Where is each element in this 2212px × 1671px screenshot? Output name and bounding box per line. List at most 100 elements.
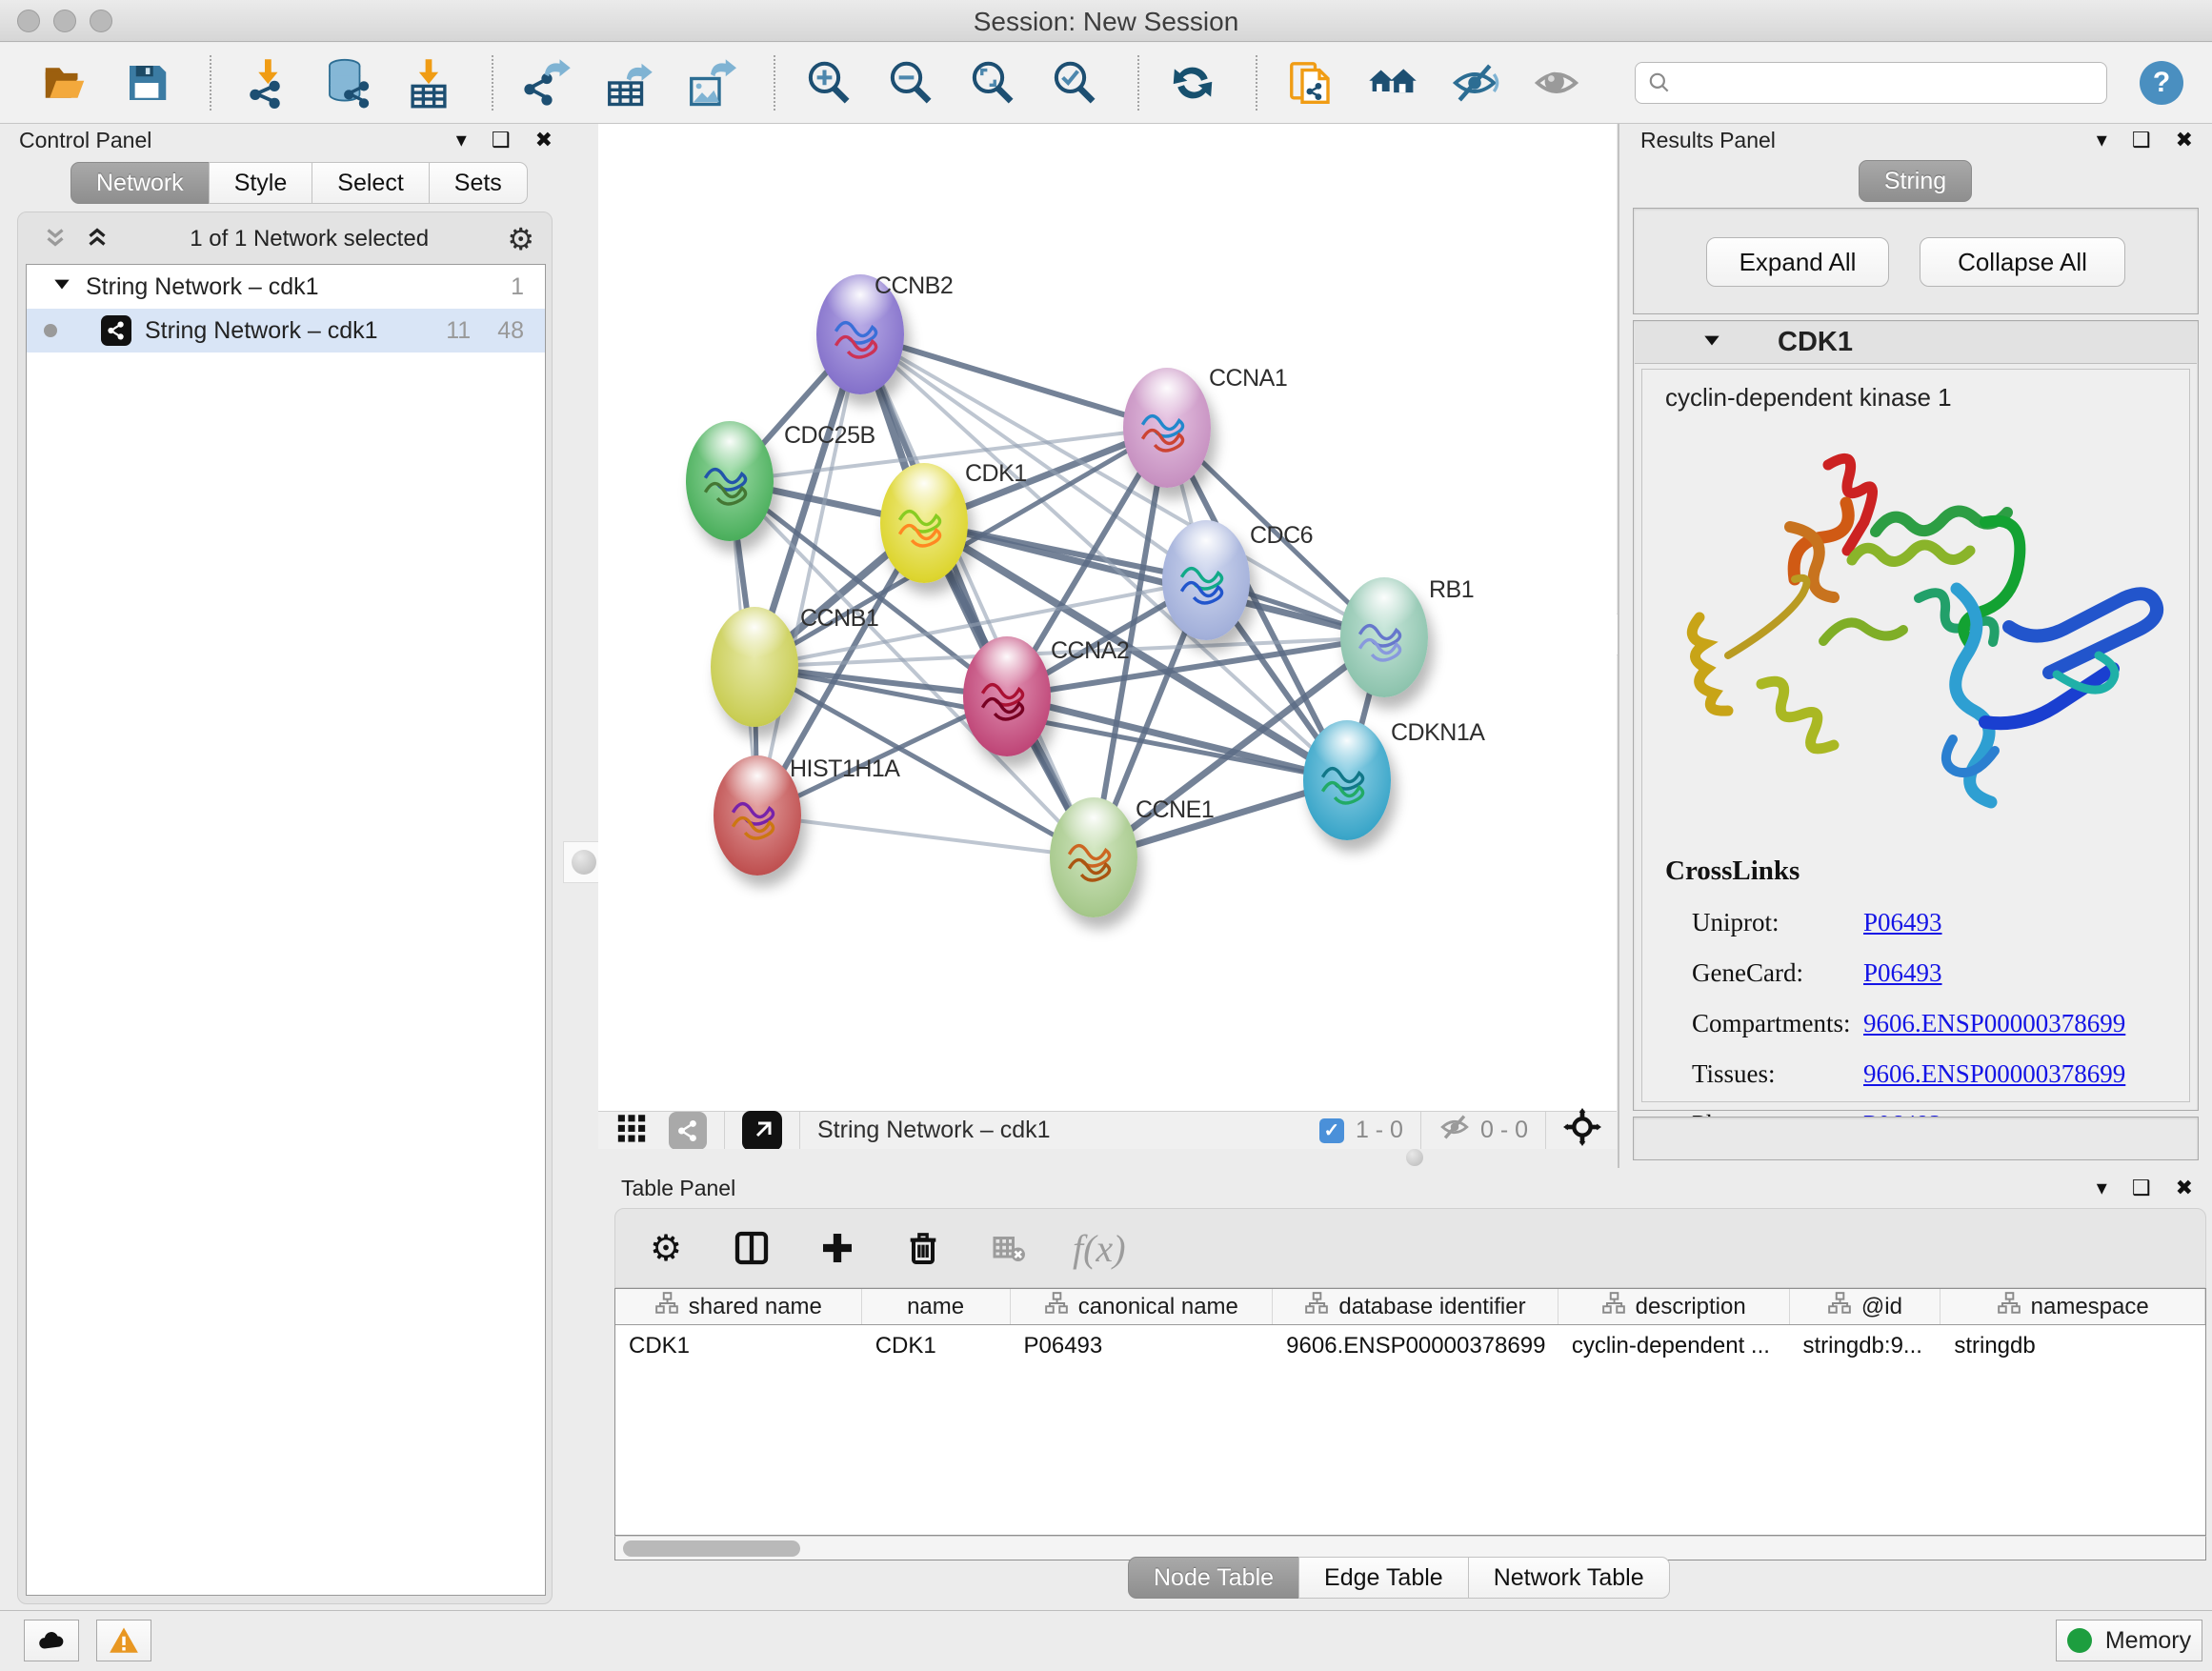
tab-network[interactable]: Network — [70, 162, 210, 204]
edge-CCNE1-HIST1H1A[interactable] — [757, 815, 1094, 857]
panel-float-icon[interactable]: ❑ — [492, 130, 511, 151]
cloud-status-button[interactable] — [24, 1620, 79, 1661]
show-all-icon[interactable] — [1528, 54, 1585, 111]
node-RB1[interactable] — [1340, 577, 1428, 697]
network-label: String Network – cdk1 — [145, 317, 378, 345]
show-columns-icon[interactable] — [730, 1226, 774, 1270]
save-session-icon[interactable] — [118, 54, 175, 111]
table-close-icon[interactable]: ✖ — [2176, 1178, 2193, 1198]
network-collection-row[interactable]: String Network – cdk1 1 — [27, 265, 545, 309]
crosslink-link[interactable]: P06493 — [1863, 908, 1942, 937]
horizontal-splitter[interactable] — [598, 1149, 1617, 1168]
tab-node-table[interactable]: Node Table — [1128, 1557, 1299, 1599]
delete-column-trash-icon[interactable] — [901, 1226, 945, 1270]
table-float-icon[interactable]: ❑ — [2132, 1178, 2151, 1198]
table-cell[interactable]: P06493 — [1011, 1325, 1274, 1367]
edge-CCNB2-HIST1H1A[interactable] — [757, 334, 860, 815]
node-HIST1H1A[interactable] — [714, 755, 801, 876]
column-header-name[interactable]: name — [862, 1289, 1011, 1324]
node-CCNE1[interactable] — [1050, 797, 1137, 917]
home-view-icon[interactable] — [1364, 54, 1421, 111]
tab-network-table[interactable]: Network Table — [1468, 1557, 1670, 1599]
panel-close-icon[interactable]: ✖ — [535, 130, 553, 151]
results-collapse-icon[interactable]: ▾ — [2097, 130, 2107, 151]
tab-select[interactable]: Select — [312, 162, 429, 204]
table-cell[interactable]: CDK1 — [615, 1325, 862, 1367]
crosslinks-section: CrossLinks Uniprot:P06493GeneCard:P06493… — [1665, 856, 2170, 1139]
expand-all-networks-icon[interactable] — [83, 223, 111, 256]
node-CDC6[interactable] — [1162, 520, 1250, 640]
zoom-in-icon[interactable] — [800, 54, 857, 111]
add-column-plus-icon[interactable] — [815, 1226, 859, 1270]
expand-all-button[interactable]: Expand All — [1706, 237, 1889, 287]
refresh-view-icon[interactable] — [1164, 54, 1221, 111]
column-header-canonical-name[interactable]: canonical name — [1011, 1289, 1274, 1324]
delete-table-icon[interactable] — [987, 1226, 1031, 1270]
zoom-out-icon[interactable] — [882, 54, 939, 111]
table-collapse-icon[interactable]: ▾ — [2097, 1178, 2107, 1198]
network-options-gear-icon[interactable]: ⚙ — [507, 221, 534, 257]
node-CDKN1A[interactable] — [1303, 720, 1391, 840]
export-image-icon[interactable] — [682, 54, 739, 111]
collapse-all-button[interactable]: Collapse All — [1920, 237, 2125, 287]
table-cell[interactable]: stringdb — [1941, 1325, 2205, 1367]
help-button[interactable]: ? — [2140, 61, 2183, 105]
table-panel-title: Table Panel — [621, 1176, 735, 1201]
selected-checkbox-icon[interactable]: ✓ — [1319, 1118, 1344, 1143]
zoom-fit-icon[interactable] — [964, 54, 1021, 111]
table-cell[interactable]: 9606.ENSP00000378699 — [1273, 1325, 1558, 1367]
column-header-namespace[interactable]: namespace — [1941, 1289, 2205, 1324]
tab-style[interactable]: Style — [209, 162, 313, 204]
table-cell[interactable]: cyclin-dependent ... — [1558, 1325, 1790, 1367]
column-header-description[interactable]: description — [1558, 1289, 1790, 1324]
open-session-icon[interactable] — [36, 54, 93, 111]
search-box[interactable] — [1635, 62, 2107, 104]
fit-crosshair-icon[interactable] — [1563, 1108, 1601, 1153]
table-cell[interactable]: stringdb:9... — [1790, 1325, 1941, 1367]
hide-selected-icon[interactable] — [1446, 54, 1503, 111]
node-CCNA2[interactable] — [963, 636, 1051, 756]
crosslink-link[interactable]: 9606.ENSP00000378699 — [1863, 1009, 2125, 1038]
detach-view-icon[interactable] — [742, 1111, 782, 1151]
column-header-database-identifier[interactable]: database identifier — [1273, 1289, 1558, 1324]
import-table-file-icon[interactable] — [400, 54, 457, 111]
tab-sets[interactable]: Sets — [429, 162, 528, 204]
results-close-icon[interactable]: ✖ — [2176, 130, 2193, 151]
duplicate-network-icon[interactable] — [1282, 54, 1339, 111]
node-CCNB1[interactable] — [711, 607, 798, 727]
network-overview-icon[interactable] — [669, 1112, 707, 1150]
column-header-shared-name[interactable]: shared name — [615, 1289, 862, 1324]
import-network-database-icon[interactable] — [318, 54, 375, 111]
tree-expander-icon[interactable] — [51, 273, 72, 301]
hscrollbar-thumb[interactable] — [623, 1540, 800, 1557]
crosslink-link[interactable]: 9606.ENSP00000378699 — [1863, 1059, 2125, 1089]
birdseye-grid-icon[interactable] — [615, 1111, 648, 1150]
tab-string[interactable]: String — [1859, 160, 1972, 202]
table-settings-gear-icon[interactable]: ⚙ — [644, 1226, 688, 1270]
export-table-icon[interactable] — [600, 54, 657, 111]
warning-status-button[interactable] — [96, 1620, 151, 1661]
import-network-file-icon[interactable] — [236, 54, 293, 111]
hidden-eye-slash-icon[interactable] — [1438, 1111, 1471, 1150]
table-cell[interactable]: CDK1 — [862, 1325, 1011, 1367]
search-input[interactable] — [1681, 69, 2095, 97]
network-canvas[interactable]: CCNB2CCNA1CDC25BCDK1CDC6RB1CCNB1CCNA2CDK… — [598, 124, 1617, 1111]
node-table[interactable]: shared namenamecanonical namedatabase id… — [614, 1288, 2206, 1536]
memory-button[interactable]: Memory — [2056, 1620, 2202, 1661]
zoom-selected-icon[interactable] — [1046, 54, 1103, 111]
export-network-icon[interactable] — [518, 54, 575, 111]
collapse-all-networks-icon[interactable] — [41, 223, 70, 256]
results-float-icon[interactable]: ❑ — [2132, 130, 2151, 151]
table-row[interactable]: CDK1CDK1P064939606.ENSP00000378699cyclin… — [615, 1325, 2205, 1367]
node-CCNA1[interactable] — [1123, 368, 1211, 488]
node-CDK1[interactable] — [880, 463, 968, 583]
column-header--id[interactable]: @id — [1790, 1289, 1941, 1324]
crosslink-link[interactable]: P06493 — [1863, 958, 1942, 988]
tab-edge-table[interactable]: Edge Table — [1298, 1557, 1469, 1599]
edge-CCNB2-CCNA1[interactable] — [860, 334, 1167, 428]
panel-collapse-icon[interactable]: ▾ — [456, 130, 467, 151]
node-CDC25B[interactable] — [686, 421, 774, 541]
function-builder-icon[interactable]: f(x) — [1073, 1226, 1126, 1270]
network-row[interactable]: String Network – cdk1 11 48 — [27, 309, 545, 352]
protein-expander-icon[interactable] — [1701, 330, 1722, 355]
